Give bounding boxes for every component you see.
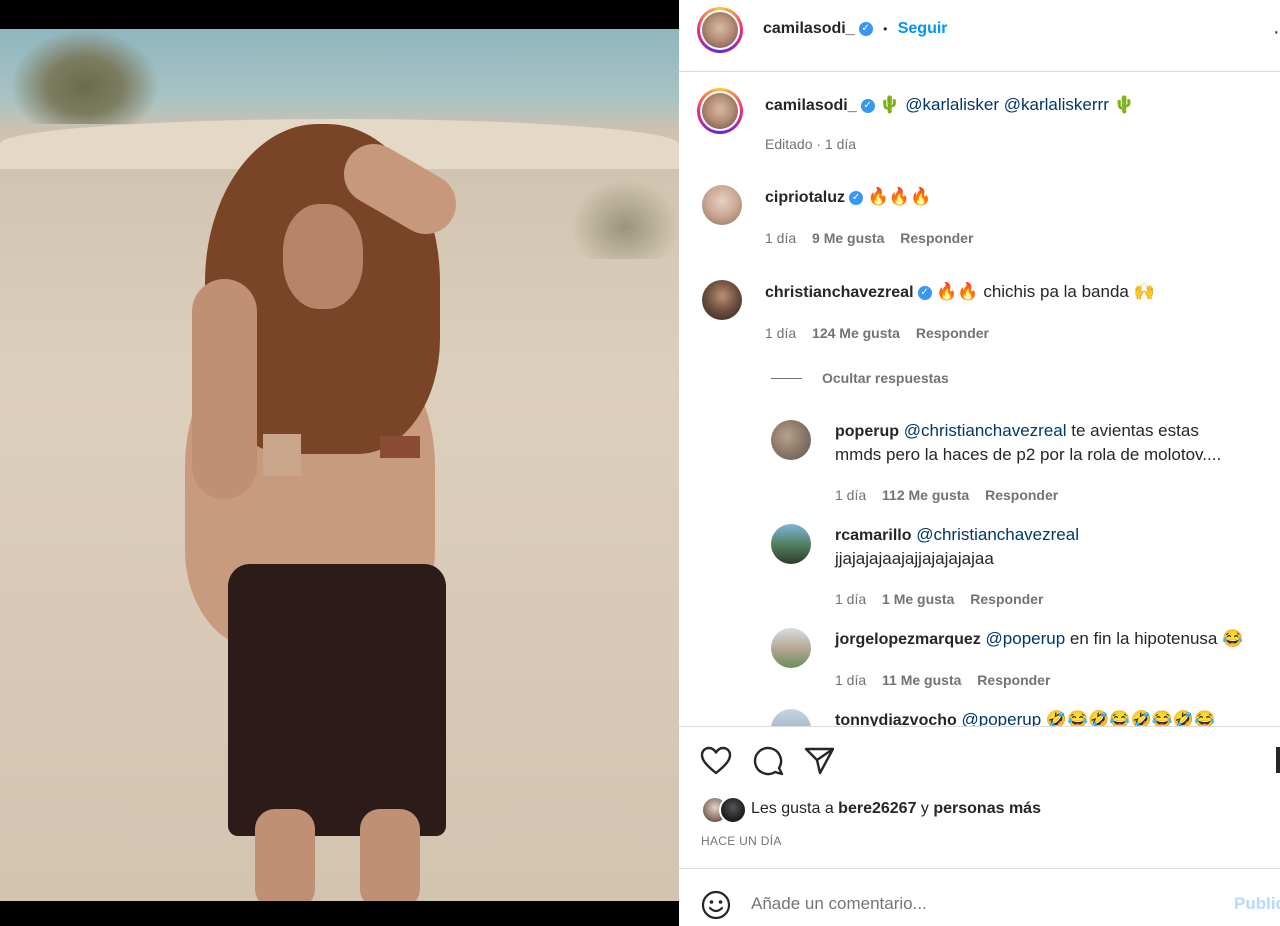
comment-input[interactable] <box>751 889 1211 919</box>
caption-emoji-start: 🌵 <box>879 95 901 114</box>
reply-body-cont: jjajajajaajajjajajajajaa <box>835 549 994 568</box>
commenter-avatar[interactable] <box>702 280 742 320</box>
bookmark-icon[interactable] <box>1276 747 1280 773</box>
reply-meta: 1 día 1 Me gusta Responder <box>835 591 1043 607</box>
reply-username[interactable]: rcamarillo <box>835 527 911 544</box>
comment-likes[interactable]: 124 Me gusta <box>812 325 900 341</box>
verified-icon: ✓ <box>860 98 875 113</box>
reply-mention[interactable]: @christianchavezreal <box>916 525 1079 544</box>
post-panel: camilasodi_ ✓ • Seguir · camilasodi_ ✓ 🌵 @… <box>679 0 1280 926</box>
reply-mention[interactable]: @poperup <box>986 629 1066 648</box>
reply-meta: 1 día 11 Me gusta Responder <box>835 672 1050 688</box>
comment-likes[interactable]: 9 Me gusta <box>812 230 884 246</box>
verified-icon: ✓ <box>917 285 932 300</box>
reply-button[interactable]: Responder <box>977 672 1050 688</box>
comment-body: 🔥🔥 chichis pa la banda 🙌 <box>936 282 1155 301</box>
post-timestamp: HACE UN DÍA <box>701 834 782 848</box>
likes-others[interactable]: personas más <box>933 800 1041 817</box>
comment-username[interactable]: christianchavezreal <box>765 284 914 301</box>
reply-text: tonnydiazvocho @poperup 🤣😂🤣😂🤣😂🤣😂 <box>835 708 1215 726</box>
reply-likes[interactable]: 112 Me gusta <box>882 487 969 503</box>
reply-username[interactable]: poperup <box>835 423 899 440</box>
commenter-avatar[interactable] <box>702 185 742 225</box>
reply-text: poperup @christianchavezreal te avientas… <box>835 419 1265 466</box>
add-comment-bar: Publicar <box>679 868 1280 926</box>
reply-mention[interactable]: @poperup <box>962 710 1042 726</box>
replier-avatar[interactable] <box>771 524 811 564</box>
reply-mention[interactable]: @christianchavezreal <box>904 421 1067 440</box>
reply-body-cont: mmds pero la haces de p2 por la rola de … <box>835 445 1222 464</box>
verified-icon: ✓ <box>858 21 873 36</box>
reply-time: 1 día <box>835 591 867 607</box>
heart-icon[interactable] <box>700 746 732 776</box>
replier-avatar[interactable] <box>771 709 811 726</box>
caption-meta: Editado · 1 día <box>765 136 857 152</box>
reply-time: 1 día <box>835 672 867 688</box>
post-photo[interactable] <box>0 29 679 901</box>
emoji-icon[interactable] <box>700 889 732 921</box>
verified-icon: ✓ <box>849 190 864 205</box>
reply-meta: 1 día 112 Me gusta Responder <box>835 487 1058 503</box>
comment-meta: 1 día 9 Me gusta Responder <box>765 230 973 246</box>
hide-replies-button[interactable]: Ocultar respuestas <box>822 370 949 386</box>
replies-divider <box>771 378 802 379</box>
comment-text: christianchavezreal ✓ 🔥🔥 chichis pa la ba… <box>765 280 1155 304</box>
caption-mention[interactable]: @karlalisker <box>905 95 999 114</box>
reply-username[interactable]: jorgelopezmarquez <box>835 631 981 648</box>
more-icon[interactable]: · <box>1273 22 1280 42</box>
share-icon[interactable] <box>804 746 836 776</box>
reply-text: rcamarillo @christianchavezreal jjajajaj… <box>835 523 1265 570</box>
replier-avatar[interactable] <box>771 628 811 668</box>
reply-body: 🤣😂🤣😂🤣😂🤣😂 <box>1041 710 1216 726</box>
reply-button[interactable]: Responder <box>985 487 1058 503</box>
caption-emoji-end: 🌵 <box>1113 95 1135 114</box>
publish-button[interactable]: Publicar <box>1234 894 1280 914</box>
caption-avatar[interactable] <box>697 88 743 134</box>
likes-mid: y <box>916 800 934 817</box>
caption-mention[interactable]: @karlaliskerrr <box>1004 95 1109 114</box>
comment-username[interactable]: cipriotaluz <box>765 189 845 206</box>
reply-likes[interactable]: 11 Me gusta <box>882 672 961 688</box>
reply-body: te avientas estas <box>1066 421 1199 440</box>
reply-button[interactable]: Responder <box>916 325 989 341</box>
author-avatar[interactable] <box>697 7 743 53</box>
comment-meta: 1 día 124 Me gusta Responder <box>765 325 989 341</box>
comments-scroll[interactable]: camilasodi_ ✓ 🌵 @karlalisker @karlalisker… <box>679 72 1280 726</box>
liker-username[interactable]: bere26267 <box>838 800 916 817</box>
author-username[interactable]: camilasodi_ <box>763 20 855 37</box>
action-bar: Les gusta a bere26267 y personas más HAC… <box>679 726 1280 869</box>
reply-time: 1 día <box>835 487 867 503</box>
comment-text: cipriotaluz ✓ 🔥🔥🔥 <box>765 185 931 209</box>
reply-text: jorgelopezmarquez @poperup en fin la hip… <box>835 627 1243 651</box>
separator-dot: • <box>883 22 888 36</box>
reply-button[interactable]: Responder <box>900 230 973 246</box>
comment-body: 🔥🔥🔥 <box>867 187 932 206</box>
comment-time: 1 día <box>765 325 797 341</box>
post-header: camilasodi_ ✓ • Seguir · <box>679 0 1280 72</box>
liker-avatar[interactable] <box>719 796 747 824</box>
comment-icon[interactable] <box>752 746 784 776</box>
comment-time: 1 día <box>765 230 797 246</box>
reply-button[interactable]: Responder <box>970 591 1043 607</box>
caption-username[interactable]: camilasodi_ <box>765 97 857 114</box>
likes-prefix: Les gusta a <box>751 800 839 817</box>
reply-username[interactable]: tonnydiazvocho <box>835 712 957 726</box>
likes-summary: Les gusta a bere26267 y personas más <box>751 800 1041 818</box>
replier-avatar[interactable] <box>771 420 811 460</box>
reply-body: en fin la hipotenusa 😂 <box>1065 629 1244 648</box>
reply-likes[interactable]: 1 Me gusta <box>882 591 954 607</box>
follow-button[interactable]: Seguir <box>898 20 948 37</box>
caption: camilasodi_ ✓ 🌵 @karlalisker @karlalisker… <box>765 93 1135 117</box>
post-media <box>0 0 679 925</box>
